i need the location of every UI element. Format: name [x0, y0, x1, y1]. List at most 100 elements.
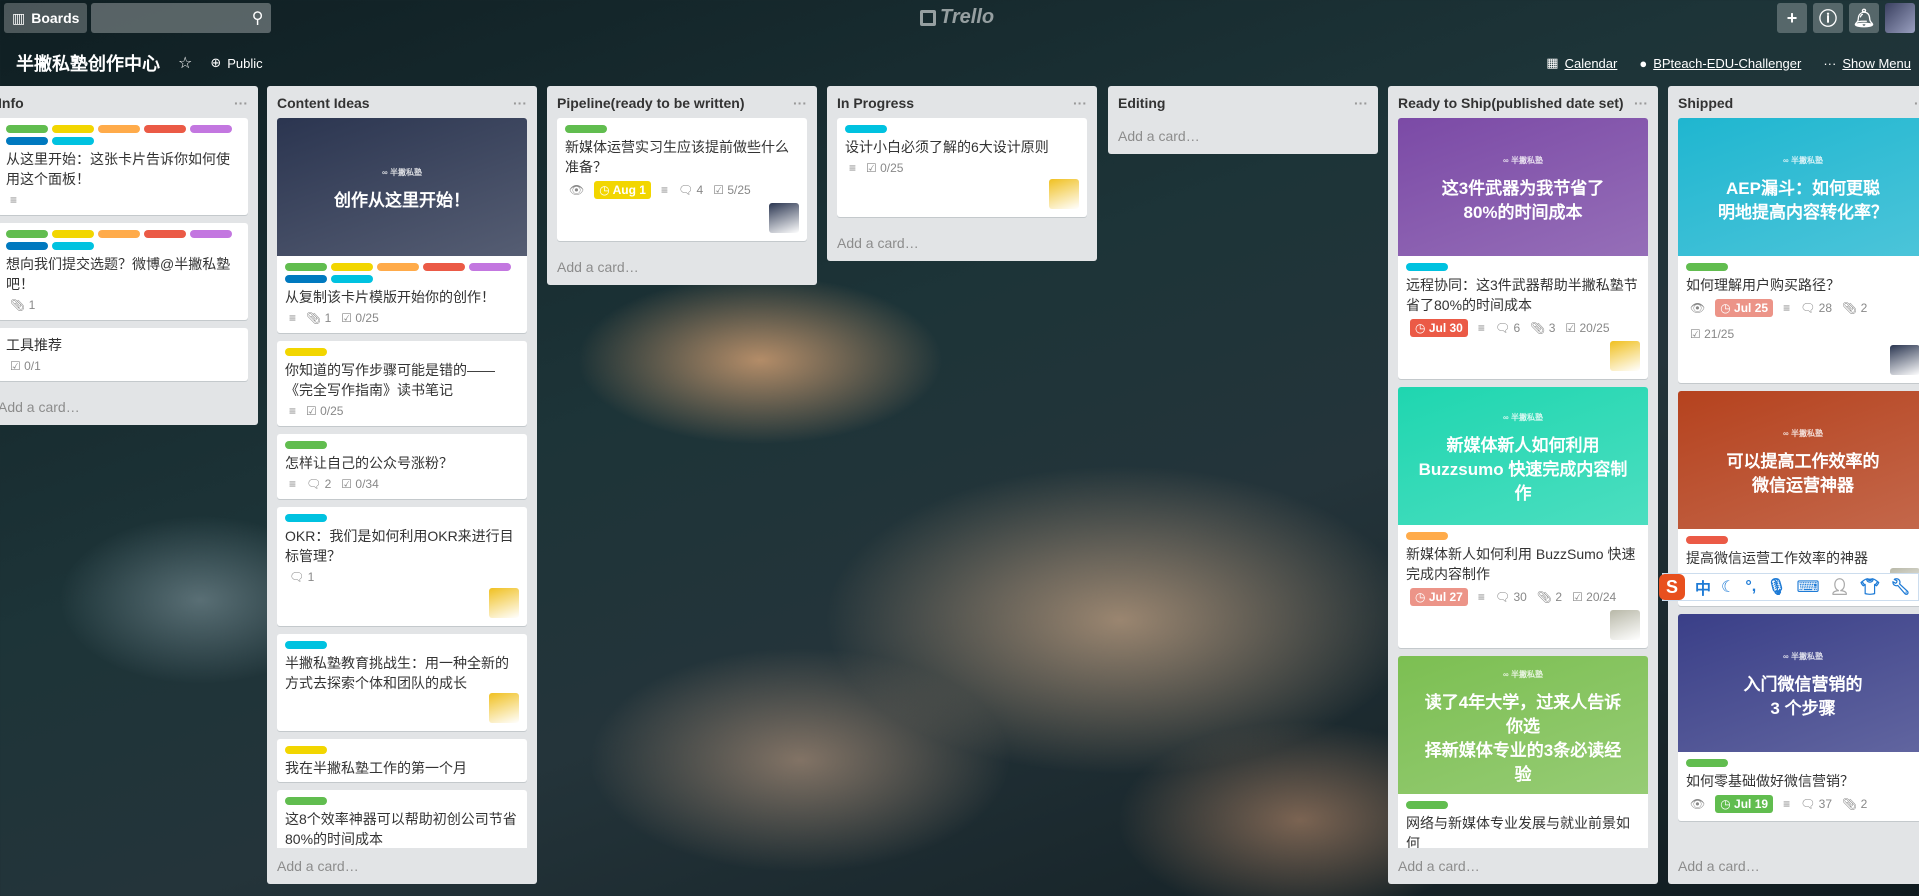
card[interactable]: OKR：我们是如何利用OKR来进行目标管理？ 🗨︎ 1	[277, 507, 527, 626]
label[interactable]	[6, 125, 48, 133]
add-card-button[interactable]: Add a card…	[277, 848, 527, 884]
plus-icon[interactable]: +	[1777, 3, 1807, 33]
label[interactable]	[52, 125, 94, 133]
shirt-icon[interactable]: 👕︎	[1860, 577, 1880, 597]
search-input[interactable]: ⚲	[91, 3, 272, 33]
card[interactable]: 我在半撇私塾工作的第一个月	[277, 739, 527, 782]
star-icon[interactable]: ☆	[178, 53, 192, 73]
member-avatar[interactable]	[769, 203, 799, 233]
card[interactable]: ∞ 半撇私塾 入门微信营销的 3 个步骤 如何零基础做好微信营销？ 👁︎ ◷ Jul 1…	[1678, 614, 1919, 821]
member-avatar[interactable]	[1610, 341, 1640, 371]
label[interactable]	[565, 125, 607, 133]
more-icon[interactable]: ···	[513, 94, 527, 112]
label[interactable]	[52, 230, 94, 238]
card[interactable]: 设计小白必须了解的6大设计原则 ≡ ☑ 0/25	[837, 118, 1087, 217]
due-date-badge[interactable]: ◷ Jul 27	[1410, 588, 1468, 606]
ime-mode[interactable]: 中	[1695, 575, 1711, 599]
due-date-badge[interactable]: ◷ Aug 1	[594, 181, 651, 199]
label[interactable]	[331, 263, 373, 271]
label[interactable]	[52, 242, 94, 250]
list-title[interactable]: Pipeline(ready to be written)	[557, 94, 744, 112]
card[interactable]: 想向我们提交选题？微博@半撇私塾吧！ 📎︎ 1	[0, 223, 248, 320]
more-icon[interactable]: ···	[1073, 94, 1087, 112]
card[interactable]: 新媒体运营实习生应该提前做些什么准备？ 👁︎ ◷ Aug 1 ≡ 🗨︎ 4 ☑ 5/25	[557, 118, 807, 241]
card[interactable]: ∞ 半撇私塾 读了4年大学，过来人告诉你选 择新媒体专业的3条必读经验 网络与新媒体…	[1398, 656, 1648, 848]
calendar-button[interactable]: ▦ Calendar	[1546, 55, 1617, 71]
label[interactable]	[144, 125, 186, 133]
label[interactable]	[423, 263, 465, 271]
label[interactable]	[1686, 536, 1728, 544]
add-card-button[interactable]: Add a card…	[1678, 848, 1919, 884]
github-button[interactable]: ● BPteach-EDU-Challenger	[1639, 55, 1801, 71]
due-date-badge[interactable]: ◷ Jul 19	[1715, 795, 1774, 813]
due-date-badge[interactable]: ◷ Jul 25	[1715, 299, 1774, 317]
visibility-button[interactable]: ⊕ Public	[210, 55, 262, 71]
label[interactable]	[285, 746, 327, 754]
more-icon[interactable]: ···	[1914, 94, 1919, 112]
card[interactable]: 工具推荐 ☑ 0/1	[0, 328, 248, 381]
list-title[interactable]: Shipped	[1678, 94, 1733, 112]
label[interactable]	[1406, 532, 1448, 540]
label[interactable]	[98, 125, 140, 133]
label[interactable]	[285, 275, 327, 283]
member-avatar[interactable]	[489, 588, 519, 618]
add-card-button[interactable]: Add a card…	[0, 389, 248, 425]
label[interactable]	[144, 230, 186, 238]
card[interactable]: ∞ 半撇私塾 创作从这里开始！ 从复制该卡片模版开始你的创作！ ≡ 📎︎ 1 ☑ 0/25	[277, 118, 527, 333]
boards-button[interactable]: ▥ Boards	[4, 3, 88, 33]
member-avatar[interactable]	[1890, 345, 1919, 375]
more-icon[interactable]: ···	[793, 94, 807, 112]
wrench-icon[interactable]: 🔧︎	[1890, 577, 1910, 597]
card[interactable]: 你知道的写作步骤可能是错的——《完全写作指南》读书笔记 ≡ ☑ 0/25	[277, 341, 527, 426]
label[interactable]	[377, 263, 419, 271]
keyboard-icon[interactable]: ⌨	[1797, 577, 1820, 597]
member-avatar[interactable]	[489, 693, 519, 723]
moon-icon[interactable]: ☾	[1721, 577, 1735, 597]
label[interactable]	[845, 125, 887, 133]
more-icon[interactable]: ···	[234, 94, 248, 112]
list-title[interactable]: In Progress	[837, 94, 914, 112]
label[interactable]	[98, 230, 140, 238]
more-icon[interactable]: ···	[1354, 94, 1368, 112]
card[interactable]: 这8个效率神器可以帮助初创公司节省80%的时间成本	[277, 790, 527, 848]
label[interactable]	[52, 137, 94, 145]
card[interactable]: ∞ 半撇私塾 这3件武器为我节省了 80%的时间成本 远程协同：这3件武器帮助半撇私…	[1398, 118, 1648, 379]
label[interactable]	[1406, 263, 1448, 271]
more-icon[interactable]: ···	[1634, 94, 1648, 112]
add-card-button[interactable]: Add a card…	[1118, 118, 1368, 154]
label[interactable]	[285, 348, 327, 356]
label[interactable]	[285, 441, 327, 449]
label[interactable]	[285, 797, 327, 805]
trello-logo[interactable]: Trello	[920, 6, 994, 29]
add-card-button[interactable]: Add a card…	[557, 249, 807, 285]
list-title[interactable]: Content Ideas	[277, 94, 370, 112]
label[interactable]	[331, 275, 373, 283]
user-icon[interactable]: 👤︎	[1830, 577, 1850, 597]
punctuation-icon[interactable]: °,	[1745, 578, 1756, 596]
card[interactable]: 半撇私塾教育挑战生：用一种全新的方式去探索个体和团队的成长	[277, 634, 527, 731]
label[interactable]	[285, 263, 327, 271]
label[interactable]	[1686, 759, 1728, 767]
label[interactable]	[6, 242, 48, 250]
sogou-logo-icon[interactable]: S	[1659, 574, 1685, 600]
avatar[interactable]	[1885, 3, 1915, 33]
due-date-badge[interactable]: ◷ Jul 30	[1410, 319, 1468, 337]
label[interactable]	[285, 514, 327, 522]
member-avatar[interactable]	[1049, 179, 1079, 209]
label[interactable]	[6, 230, 48, 238]
add-card-button[interactable]: Add a card…	[837, 225, 1087, 261]
list-title[interactable]: Editing	[1118, 94, 1165, 112]
card[interactable]: 怎样让自己的公众号涨粉？ ≡ 🗨︎ 2 ☑ 0/34	[277, 434, 527, 499]
card[interactable]: ∞ 半撇私塾 AEP漏斗：如何更聪 明地提高内容转化率？ 如何理解用户购买路径？ 👁︎…	[1678, 118, 1919, 383]
label[interactable]	[469, 263, 511, 271]
mic-icon[interactable]: 🎙︎	[1766, 577, 1786, 597]
info-icon[interactable]: ⓘ	[1813, 3, 1843, 33]
show-menu-button[interactable]: ··· Show Menu	[1823, 55, 1911, 71]
card[interactable]: 从这里开始：这张卡片告诉你如何使用这个面板！ ≡	[0, 118, 248, 215]
label[interactable]	[190, 230, 232, 238]
list-title[interactable]: Info	[0, 94, 24, 112]
label[interactable]	[1406, 801, 1448, 809]
label[interactable]	[1686, 263, 1728, 271]
label[interactable]	[6, 137, 48, 145]
label[interactable]	[285, 641, 327, 649]
